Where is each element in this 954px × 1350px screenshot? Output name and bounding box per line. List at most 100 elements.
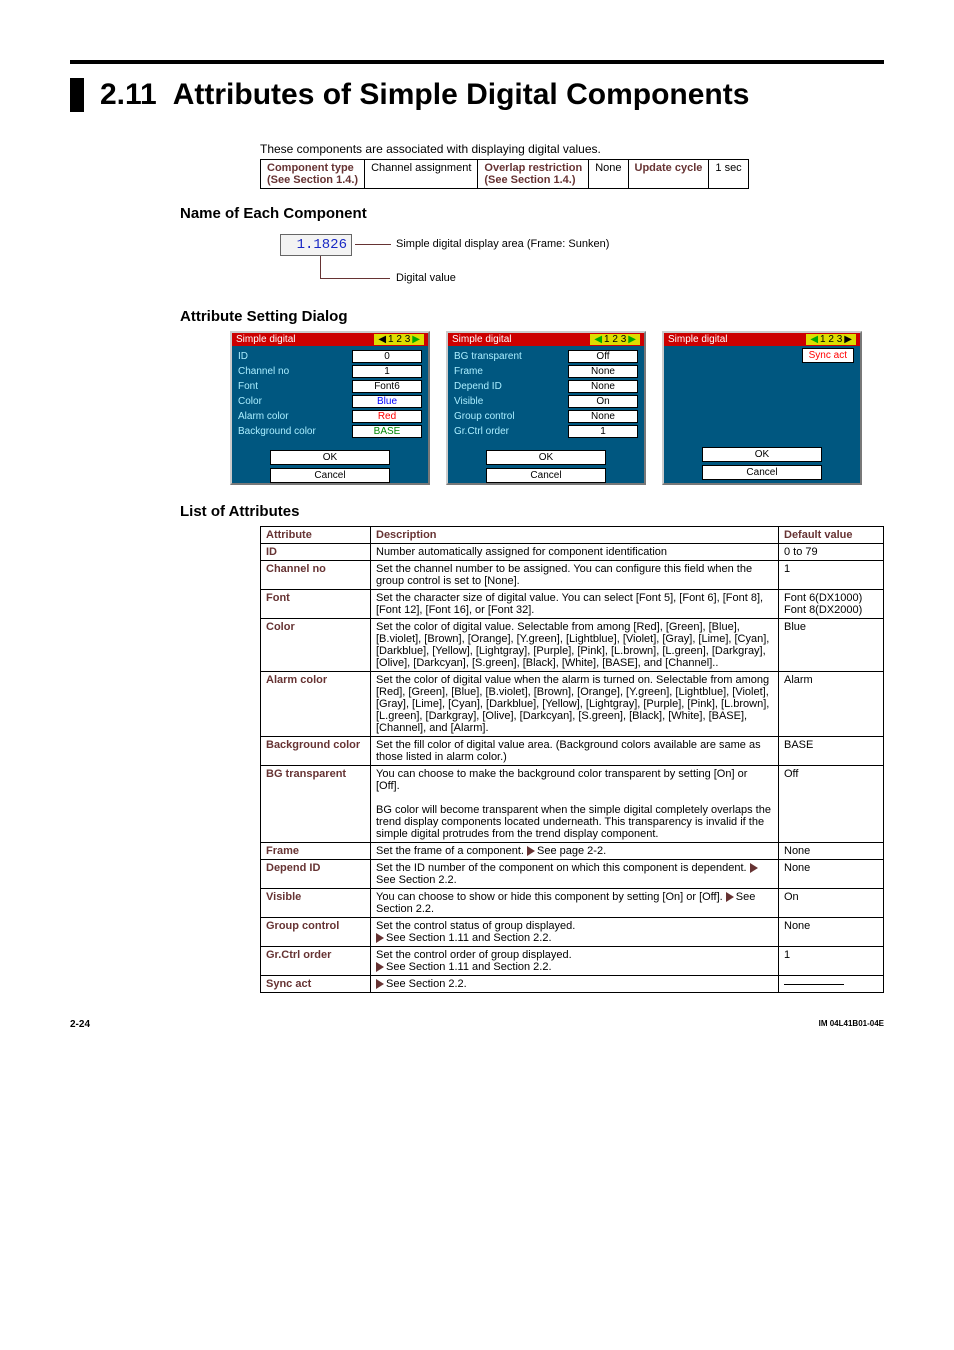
dialog-buttons: OK Cancel xyxy=(664,447,860,480)
dialog-title-text: Simple digital xyxy=(452,334,511,345)
attr-default-cell: None xyxy=(779,918,884,947)
dialog-row-value[interactable]: Font6 xyxy=(352,380,422,393)
dialog-row-label: Gr.Ctrl order xyxy=(454,426,509,437)
attr-default-cell: On xyxy=(779,889,884,918)
attr-desc-cell: Set the frame of a component. See page 2… xyxy=(371,843,779,860)
cancel-button[interactable]: Cancel xyxy=(486,468,606,483)
dialog-row-label: Depend ID xyxy=(454,381,502,392)
attr-desc-cell: Set the control status of group displaye… xyxy=(371,918,779,947)
ok-button[interactable]: OK xyxy=(702,447,822,462)
subheading-attr-dialog: Attribute Setting Dialog xyxy=(180,308,884,325)
attr-default-cell: None xyxy=(779,860,884,889)
dialog-row-label: BG transparent xyxy=(454,351,522,362)
dialog-row-value[interactable]: On xyxy=(568,395,638,408)
component-type-label-text: Component type xyxy=(267,162,354,174)
attr-name-cell: Gr.Ctrl order xyxy=(261,947,371,976)
dialog-row-value[interactable]: 0 xyxy=(352,350,422,363)
dialog-row: Visible On xyxy=(454,395,638,408)
table-row: FontSet the character size of digital va… xyxy=(261,590,884,619)
dialog-page-3: Simple digital ◀ 1 2 3 ▶ Sync act OK Can… xyxy=(662,331,862,485)
component-type-note: (See Section 1.4.) xyxy=(267,174,358,186)
cancel-button[interactable]: Cancel xyxy=(702,465,822,480)
dialog-row-value[interactable]: Red xyxy=(352,410,422,423)
dialog-row-value[interactable]: BASE xyxy=(352,425,422,438)
section-title: Attributes of Simple Digital Components xyxy=(173,78,750,112)
table-row: Group controlSet the control status of g… xyxy=(261,918,884,947)
attr-name-cell: BG transparent xyxy=(261,766,371,843)
dialog-row-value[interactable]: 1 xyxy=(568,425,638,438)
dialog-row-label: Visible xyxy=(454,396,483,407)
dialog-row-value[interactable]: None xyxy=(568,365,638,378)
col-description: Description xyxy=(371,527,779,544)
ok-button[interactable]: OK xyxy=(270,450,390,465)
overlap-note: (See Section 1.4.) xyxy=(484,174,575,186)
overlap-label: Overlap restriction (See Section 1.4.) xyxy=(478,160,589,189)
dialog-page-2: Simple digital ◀ 1 2 3 ▶ BG transparent O… xyxy=(446,331,646,485)
col-default: Default value xyxy=(779,527,884,544)
table-header-row: Attribute Description Default value xyxy=(261,527,884,544)
dialog-row-label: Color xyxy=(238,396,262,407)
lead-bottom-label: Digital value xyxy=(396,272,456,284)
dialog-row-label: Background color xyxy=(238,426,316,437)
pager-right-icon: ▶ xyxy=(412,334,420,345)
subheading-list-attributes: List of Attributes xyxy=(180,503,884,520)
table-row: Background colorSet the fill color of di… xyxy=(261,737,884,766)
dialog-body: ID0Channel no1FontFont6ColorBlueAlarm co… xyxy=(232,346,428,444)
dialog-row-value[interactable]: None xyxy=(568,380,638,393)
dialog-row-value[interactable]: Off xyxy=(568,350,638,363)
dialog-title: Simple digital ◀ 1 2 3 ▶ xyxy=(664,333,860,346)
section-heading: 2.11 Attributes of Simple Digital Compon… xyxy=(70,78,884,112)
leader-line-bottom-h xyxy=(320,278,390,279)
attr-desc-cell: Set the character size of digital value.… xyxy=(371,590,779,619)
dialog-buttons: OK Cancel xyxy=(448,450,644,483)
attr-name-cell: Sync act xyxy=(261,976,371,993)
dialog-row: Depend ID None xyxy=(454,380,638,393)
pager-right-icon: ▶ xyxy=(844,334,852,345)
doc-id: IM 04L41B01-04E xyxy=(819,1019,884,1030)
dialog-buttons: OK Cancel xyxy=(232,450,428,483)
dialog-pager[interactable]: ◀ 1 2 3 ▶ xyxy=(590,334,640,345)
dialog-row: Group controlNone xyxy=(454,410,638,423)
overlap-label-text: Overlap restriction xyxy=(484,162,582,174)
dialog-row-value[interactable]: Blue xyxy=(352,395,422,408)
attr-default-cell: 1 xyxy=(779,947,884,976)
attr-name-cell: Font xyxy=(261,590,371,619)
attr-default-cell: BASE xyxy=(779,737,884,766)
pager-right-icon: ▶ xyxy=(628,334,636,345)
arrow-icon xyxy=(750,863,758,873)
heading-bar xyxy=(70,78,84,112)
leader-line-bottom-v xyxy=(320,256,321,278)
table-row: Channel noSet the channel number to be a… xyxy=(261,561,884,590)
dialog-pager[interactable]: ◀ 1 2 3 ▶ xyxy=(374,334,424,345)
attr-desc-cell: You can choose to show or hide this comp… xyxy=(371,889,779,918)
dialog-title: Simple digital ◀ 1 2 3 ▶ xyxy=(448,333,644,346)
attr-desc-cell: You can choose to make the background co… xyxy=(371,766,779,843)
subheading-name-each: Name of Each Component xyxy=(180,205,884,222)
table-row: ColorSet the color of digital value. Sel… xyxy=(261,619,884,672)
table-row: VisibleYou can choose to show or hide th… xyxy=(261,889,884,918)
component-type-value: Channel assignment xyxy=(365,160,478,189)
dialog-row: Channel no 1 xyxy=(238,365,422,378)
attr-default-cell: Blue xyxy=(779,619,884,672)
arrow-icon xyxy=(376,962,384,972)
ok-button[interactable]: OK xyxy=(486,450,606,465)
attr-name-cell: Group control xyxy=(261,918,371,947)
pager-left-icon: ◀ xyxy=(378,334,386,345)
dialog-row: Color Blue xyxy=(238,395,422,408)
dialog-row-label: Font xyxy=(238,381,258,392)
dialog-row: Background color BASE xyxy=(238,425,422,438)
attr-desc-cell: Set the fill color of digital value area… xyxy=(371,737,779,766)
dialog-row-label: Channel no xyxy=(238,366,289,377)
leader-line-top xyxy=(355,244,391,245)
attr-name-cell: Visible xyxy=(261,889,371,918)
pager-text: 1 2 3 xyxy=(820,334,842,345)
dialog-pager[interactable]: ◀ 1 2 3 ▶ xyxy=(806,334,856,345)
digital-value: 1.1826 xyxy=(297,237,347,253)
arrow-icon xyxy=(376,933,384,943)
sync-act-button[interactable]: Sync act xyxy=(802,348,854,363)
dialog-row-value[interactable]: None xyxy=(568,410,638,423)
dialog-row-label: ID xyxy=(238,351,248,362)
attr-default-cell xyxy=(779,976,884,993)
cancel-button[interactable]: Cancel xyxy=(270,468,390,483)
dialog-row-value[interactable]: 1 xyxy=(352,365,422,378)
